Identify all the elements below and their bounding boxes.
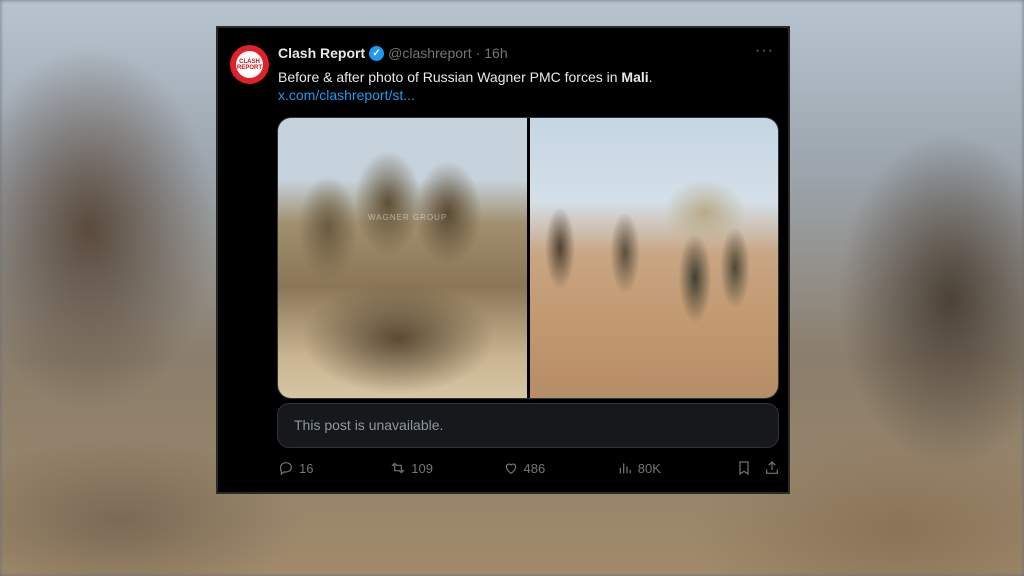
author-name[interactable]: Clash Report xyxy=(278,45,365,61)
after-photo[interactable] xyxy=(529,118,778,398)
avatar[interactable]: CLASH REPORT xyxy=(230,45,269,84)
photo-watermark: WAGNER GROUP xyxy=(368,213,448,222)
unavailable-quote: This post is unavailable. xyxy=(277,403,779,448)
before-photo[interactable]: WAGNER GROUP xyxy=(278,118,527,398)
separator-dot: · xyxy=(475,45,481,61)
tweet-link[interactable]: x.com/clashreport/st... xyxy=(278,87,415,103)
tweet-text-prefix: Before & after photo of Russian Wagner P… xyxy=(278,69,622,85)
tweet-text: Before & after photo of Russian Wagner P… xyxy=(278,68,653,87)
avatar-logo: CLASH REPORT xyxy=(236,51,263,78)
like-count: 486 xyxy=(523,460,546,476)
reply-count: 16 xyxy=(299,460,314,476)
share-button[interactable] xyxy=(764,460,780,476)
reply-button[interactable]: 16 xyxy=(278,460,390,476)
action-bar: 16 109 486 80K xyxy=(278,460,780,476)
views-button[interactable]: 80K xyxy=(617,460,736,476)
share-icon xyxy=(766,461,778,474)
author-handle[interactable]: @clashreport xyxy=(388,45,471,61)
tweet-header: Clash Report ✓ @clashreport · 16h xyxy=(278,45,508,61)
retweet-button[interactable]: 109 xyxy=(390,460,502,476)
more-options-icon[interactable]: ··· xyxy=(755,42,774,60)
tweet-text-bold: Mali xyxy=(621,69,649,85)
heart-icon xyxy=(505,463,516,475)
tweet-text-suffix: . xyxy=(648,69,653,85)
tweet-time[interactable]: 16h xyxy=(484,45,507,61)
retweet-icon xyxy=(391,462,406,474)
retweet-count: 109 xyxy=(411,460,433,476)
bookmark-icon xyxy=(739,461,749,476)
reply-icon xyxy=(280,462,292,476)
views-icon xyxy=(619,463,631,474)
tweet-card: CLASH REPORT Clash Report ✓ @clashreport … xyxy=(216,26,790,494)
like-button[interactable]: 486 xyxy=(503,460,617,476)
verified-badge-icon: ✓ xyxy=(369,45,385,61)
bookmark-button[interactable] xyxy=(736,460,752,476)
views-count: 80K xyxy=(637,460,661,476)
media-grid: WAGNER GROUP xyxy=(277,117,779,399)
